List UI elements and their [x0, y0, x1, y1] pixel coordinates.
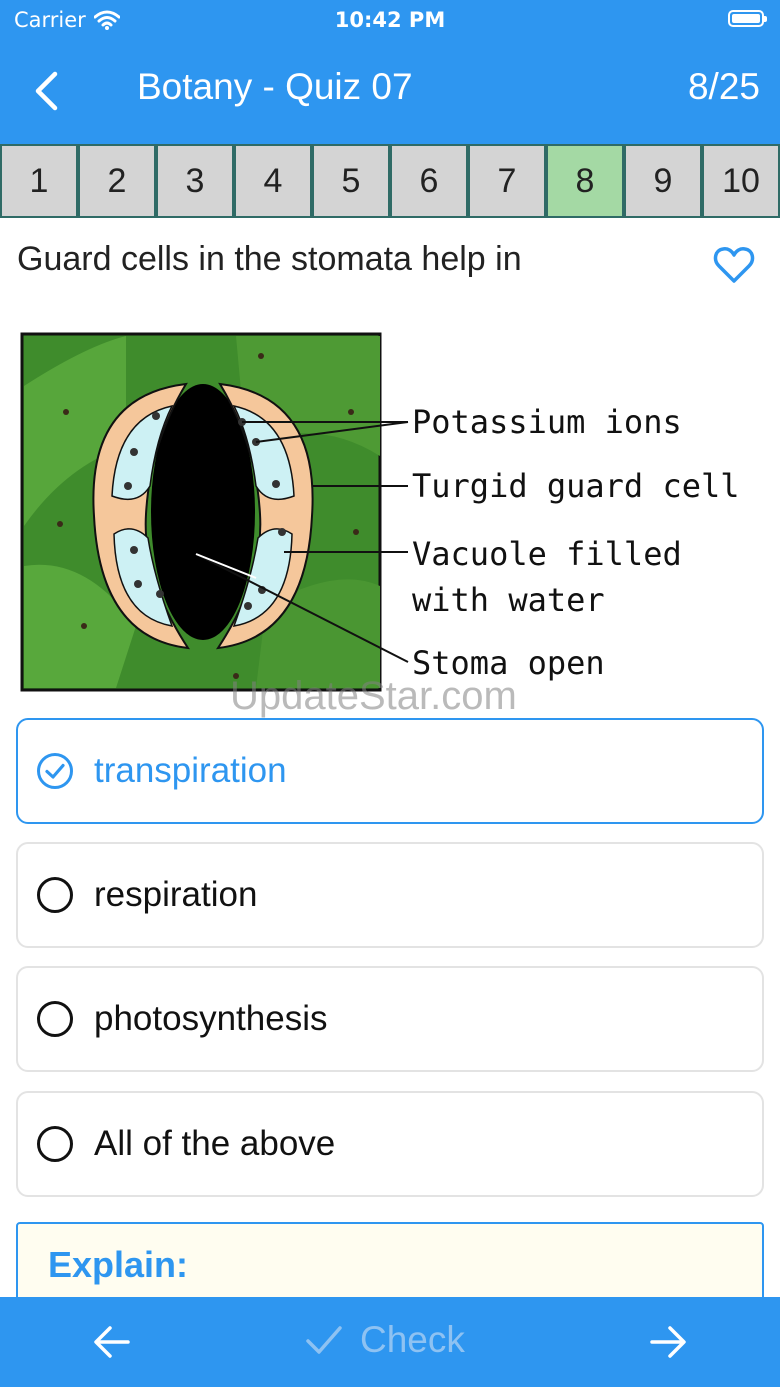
checkmark-icon: [306, 1326, 342, 1354]
question-number-button[interactable]: 10: [702, 144, 780, 218]
answer-option[interactable]: respiration: [16, 842, 764, 948]
question-number-button[interactable]: 1: [0, 144, 78, 218]
answer-option-label: photosynthesis: [94, 999, 328, 1038]
question-navigator: 1 2 3 4 5 6 7 8 9 10: [0, 144, 780, 218]
answer-option[interactable]: photosynthesis: [16, 966, 764, 1072]
question-number-button[interactable]: 7: [468, 144, 546, 218]
check-answer-button[interactable]: Check: [304, 1315, 465, 1365]
favorite-button[interactable]: [712, 243, 756, 287]
watermark: UpdateStar.com: [230, 674, 517, 718]
label-turgid-guard-cell: Turgid guard cell: [412, 467, 740, 505]
answer-option-label: transpiration: [94, 751, 287, 790]
heart-outline-icon: [713, 247, 755, 283]
label-with-water: with water: [412, 581, 605, 619]
radio-empty-icon: [36, 1125, 74, 1163]
quiz-title: Botany - Quiz 07: [137, 66, 413, 107]
question-number-button[interactable]: 5: [312, 144, 390, 218]
question-number-button-current[interactable]: 8: [546, 144, 624, 218]
question-number-button[interactable]: 3: [156, 144, 234, 218]
question-number-button[interactable]: 2: [78, 144, 156, 218]
next-question-button[interactable]: [644, 1319, 692, 1365]
label-potassium-ions: Potassium ions: [412, 403, 682, 441]
chevron-left-icon: [35, 71, 58, 111]
answer-option[interactable]: All of the above: [16, 1091, 764, 1197]
radio-empty-icon: [36, 1000, 74, 1038]
radio-empty-icon: [36, 876, 74, 914]
back-button[interactable]: [26, 66, 66, 116]
status-time: 10:42 PM: [334, 8, 446, 32]
question-number-button[interactable]: 9: [624, 144, 702, 218]
question-number-button[interactable]: 6: [390, 144, 468, 218]
app-header: Carrier 10:42 PM Botany - Quiz 07 8/25: [0, 0, 780, 144]
answer-option-selected[interactable]: transpiration: [16, 718, 764, 824]
check-label: Check: [360, 1319, 465, 1360]
battery-icon: [728, 10, 767, 27]
answer-option-label: All of the above: [94, 1124, 336, 1163]
check-circle-icon: [36, 752, 74, 790]
stomata-diagram: Potassium ions Turgid guard cell Vacuole…: [16, 326, 756, 696]
answer-option-label: respiration: [94, 875, 258, 914]
label-vacuole: Vacuole filled: [412, 535, 682, 573]
question-text: Guard cells in the stomata help in: [17, 240, 522, 278]
quiz-progress: 8/25: [687, 66, 760, 107]
previous-question-button[interactable]: [88, 1319, 136, 1365]
bottom-toolbar: Check: [0, 1297, 780, 1387]
question-number-button[interactable]: 4: [234, 144, 312, 218]
stomata-illustration: [20, 332, 409, 692]
arrow-right-icon: [650, 1326, 686, 1358]
arrow-left-icon: [94, 1326, 130, 1358]
explain-title: Explain:: [48, 1244, 189, 1285]
